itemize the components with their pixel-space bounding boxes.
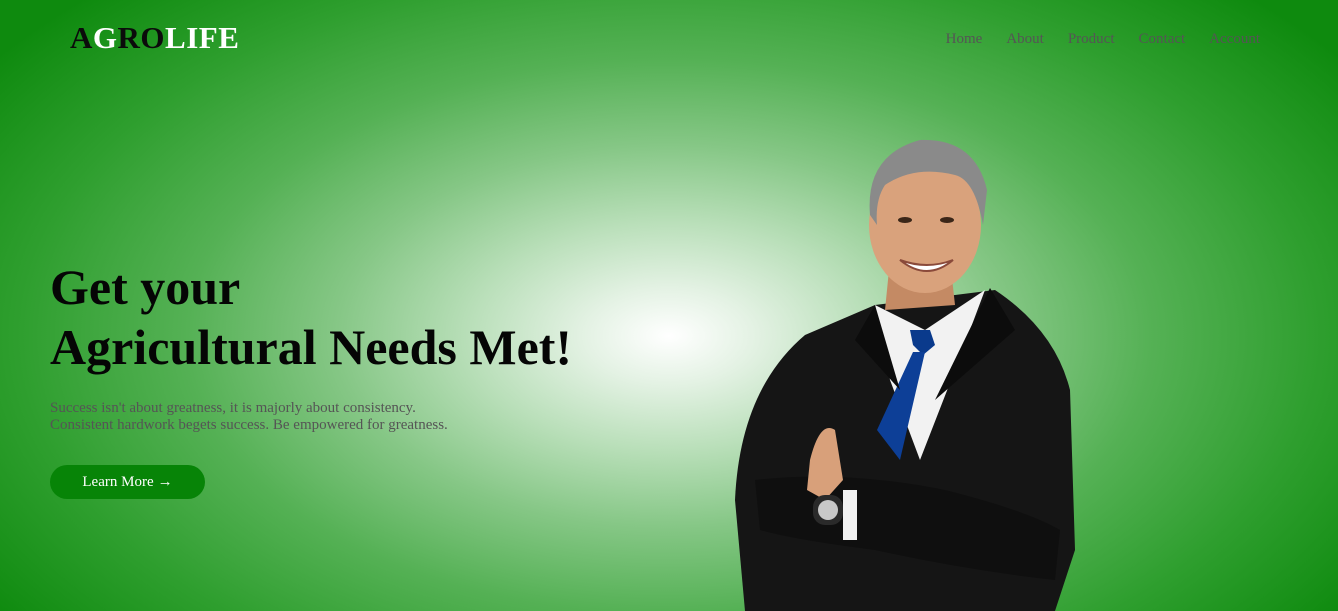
nav-item-home[interactable]: Home: [946, 30, 983, 48]
learn-more-label: Learn More: [82, 473, 154, 490]
hero-title: Get your Agricultural Needs Met!: [50, 257, 572, 377]
hero-title-line-1: Get your: [50, 259, 241, 315]
hero-subtitle-line-1: Success isn't about greatness, it is maj…: [50, 400, 416, 416]
logo-letter-a: A: [70, 20, 93, 55]
nav-item-about[interactable]: About: [1006, 30, 1044, 48]
arrow-right-icon: →: [157, 473, 173, 490]
brand-logo[interactable]: AGROLIFE: [70, 20, 239, 56]
logo-letter-g: G: [92, 20, 118, 55]
learn-more-button[interactable]: Learn More →: [50, 465, 205, 499]
logo-letters-life: LIFE: [165, 20, 240, 55]
hero-subtitle: Success isn't about greatness, it is maj…: [50, 400, 448, 434]
nav-item-product[interactable]: Product: [1068, 30, 1115, 48]
hero-title-line-2: Agricultural Needs Met!: [50, 319, 573, 375]
main-nav: Home About Product Contact Account: [946, 30, 1260, 48]
logo-letters-ro: RO: [117, 20, 166, 55]
hero-subtitle-line-2: Consistent hardwork begets success. Be e…: [50, 417, 448, 433]
nav-item-contact[interactable]: Contact: [1139, 30, 1186, 48]
nav-item-account[interactable]: Account: [1209, 30, 1260, 48]
businessman-image: [735, 139, 1075, 611]
